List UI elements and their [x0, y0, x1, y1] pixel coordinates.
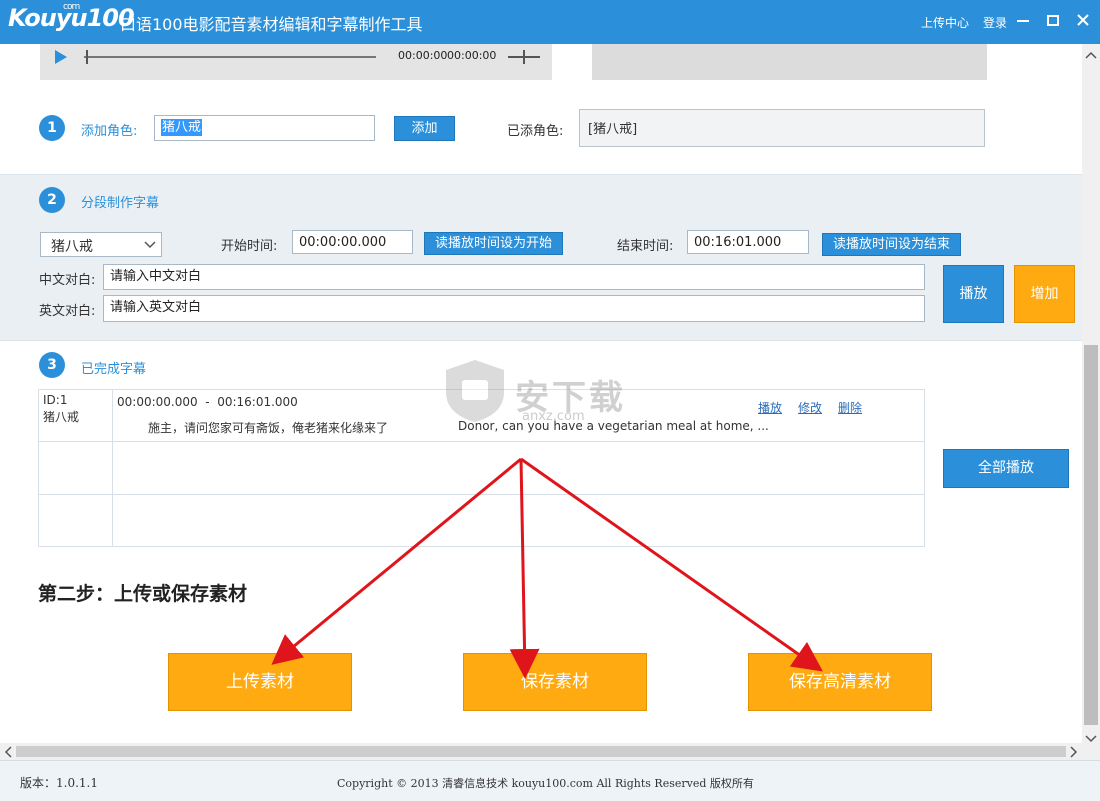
version-text: 版本：1.0.1.1	[20, 776, 98, 790]
scroll-up-icon[interactable]	[1085, 48, 1097, 63]
arrow-to-save-hd	[520, 457, 823, 672]
minimize-icon[interactable]	[1013, 10, 1033, 32]
arrow-to-upload	[271, 457, 522, 665]
logo-com-text: com	[63, 2, 80, 12]
login-link[interactable]: 登录	[983, 14, 1007, 31]
app-title: 口语100电影配音素材编辑和字幕制作工具	[120, 15, 423, 34]
copyright-text: Copyright © 2013 清睿信息技术 kouyu100.com All…	[337, 777, 754, 790]
main-content: 00:00:00 00:00:00 1 添加角色: 猪八戒 添加 已添角色: […	[0, 44, 1082, 743]
arrow-to-save	[509, 458, 540, 679]
kouyu100-logo: Kouyu100 com	[8, 2, 135, 32]
upload-center-link[interactable]: 上传中心	[921, 14, 969, 31]
close-icon[interactable]	[1073, 10, 1093, 32]
horizontal-scroll-thumb[interactable]	[16, 746, 1066, 757]
vertical-scroll-thumb[interactable]	[1084, 345, 1098, 725]
annotation-arrows	[271, 457, 823, 679]
maximize-icon[interactable]	[1043, 10, 1063, 32]
